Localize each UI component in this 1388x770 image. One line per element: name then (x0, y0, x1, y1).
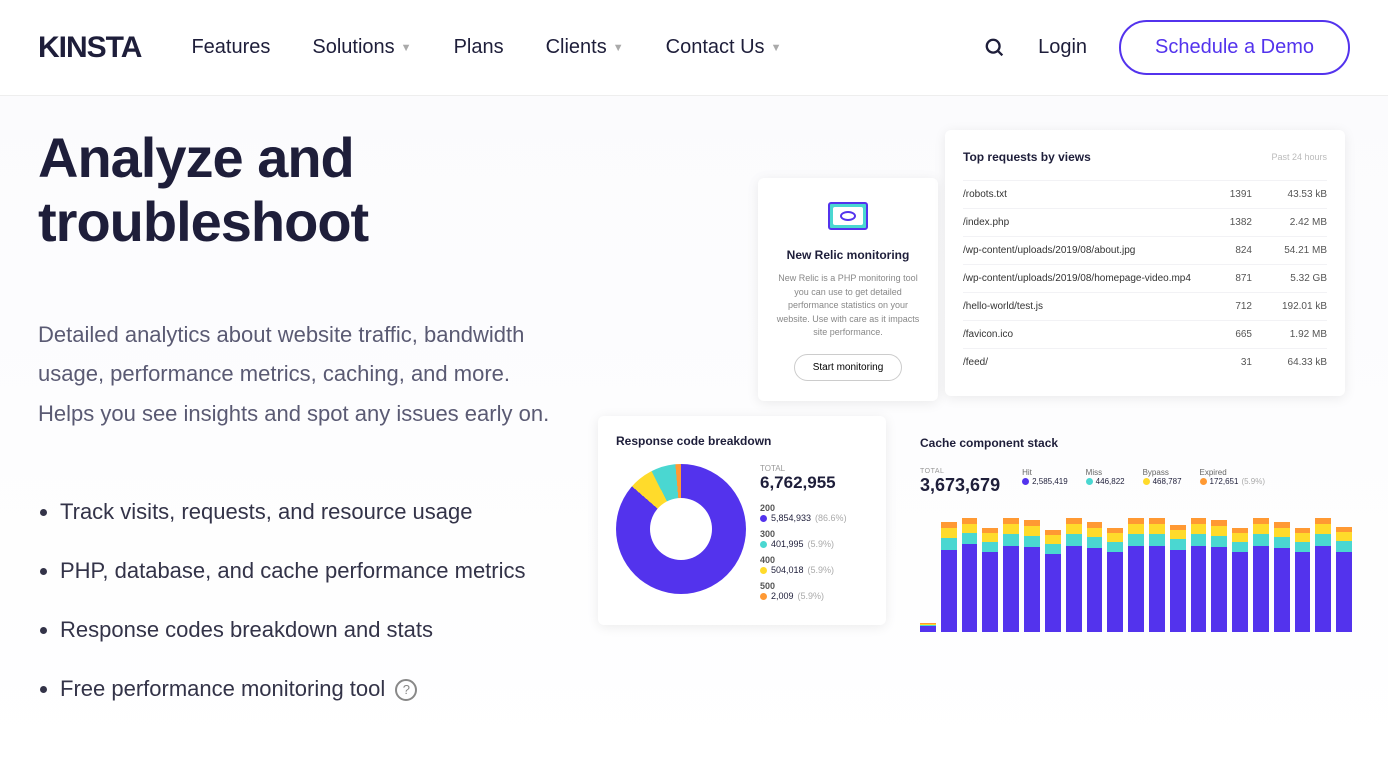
legend-item: 2005,854,933 (86.6%) (760, 503, 847, 523)
main-content: Analyze and troubleshoot Detailed analyt… (0, 96, 1388, 770)
period-label: Past 24 hours (1271, 152, 1327, 162)
list-item: PHP, database, and cache performance met… (60, 553, 568, 588)
total-label: TOTAL (760, 464, 847, 473)
legend-item: Hit2,585,419 (1022, 468, 1068, 486)
bar (1274, 522, 1290, 632)
table-row: /favicon.ico6651.92 MB (963, 320, 1327, 348)
chevron-down-icon: ▼ (401, 42, 412, 54)
legend-item: Bypass468,787 (1143, 468, 1182, 486)
card-title: New Relic monitoring (772, 248, 924, 262)
bar (1087, 522, 1103, 632)
stacked-bar-chart (920, 510, 1352, 632)
bar (941, 522, 957, 632)
help-icon[interactable]: ? (395, 679, 417, 701)
schedule-demo-button[interactable]: Schedule a Demo (1119, 20, 1350, 75)
legend-item: 300401,995 (5.9%) (760, 529, 847, 549)
bar (1066, 518, 1082, 632)
response-code-panel: Response code breakdown TOTAL 6,762,955 … (598, 416, 886, 625)
search-icon[interactable] (984, 37, 1006, 59)
bar (1170, 525, 1186, 632)
legend-item: 5002,009 (5.9%) (760, 581, 847, 601)
bar (1232, 528, 1248, 632)
header-right: Login Schedule a Demo (984, 20, 1350, 75)
list-item: Response codes breakdown and stats (60, 612, 568, 647)
legend-item: Miss446,822 (1086, 468, 1125, 486)
bar (1024, 520, 1040, 632)
table-row: /robots.txt139143.53 kB (963, 180, 1327, 208)
new-relic-card: New Relic monitoring New Relic is a PHP … (758, 178, 938, 401)
bar (982, 528, 998, 632)
legend-item: Expired172,651 (5.9%) (1200, 468, 1265, 486)
bar (1003, 518, 1019, 632)
bar (1045, 530, 1061, 632)
nav-features[interactable]: Features (191, 36, 270, 59)
bar (1315, 518, 1331, 632)
chevron-down-icon: ▼ (613, 42, 624, 54)
bar (1295, 528, 1311, 632)
bar (1128, 518, 1144, 632)
bar (1336, 527, 1352, 632)
nav-clients[interactable]: Clients▼ (546, 36, 624, 59)
bar (1107, 528, 1123, 632)
table-row: /index.php13822.42 MB (963, 208, 1327, 236)
panel-title: Cache component stack (920, 436, 1352, 450)
logo[interactable]: KINSTA (38, 31, 141, 65)
panel-title: Top requests by views (963, 150, 1091, 164)
bar (920, 623, 936, 632)
panel-title: Response code breakdown (616, 434, 868, 448)
eye-icon (828, 202, 868, 230)
bar (962, 518, 978, 632)
hero-text: Analyze and troubleshoot Detailed analyt… (38, 126, 568, 730)
donut-chart (616, 464, 746, 594)
bar (1253, 518, 1269, 632)
list-item: Track visits, requests, and resource usa… (60, 494, 568, 529)
list-item: Free performance monitoring tool ? (60, 671, 568, 706)
bar (1191, 518, 1207, 632)
total-value: 3,673,679 (920, 475, 1000, 496)
nav-contact[interactable]: Contact Us▼ (666, 36, 782, 59)
feature-list: Track visits, requests, and resource usa… (38, 494, 568, 707)
start-monitoring-button[interactable]: Start monitoring (794, 354, 903, 381)
total-label: TOTAL (920, 468, 1000, 475)
table-row: /feed/3164.33 kB (963, 348, 1327, 376)
login-link[interactable]: Login (1038, 36, 1087, 59)
cache-stack-panel: Cache component stack TOTAL 3,673,679 Hi… (906, 422, 1356, 638)
top-requests-panel: Top requests by views Past 24 hours /rob… (945, 130, 1345, 396)
table-row: /wp-content/uploads/2019/08/homepage-vid… (963, 264, 1327, 292)
nav-solutions[interactable]: Solutions▼ (312, 36, 411, 59)
chevron-down-icon: ▼ (771, 42, 782, 54)
legend-item: 400504,018 (5.9%) (760, 555, 847, 575)
page-title: Analyze and troubleshoot (38, 126, 568, 255)
dashboard-preview: New Relic monitoring New Relic is a PHP … (588, 126, 1350, 730)
bar (1211, 520, 1227, 632)
header-nav: KINSTA Features Solutions▼ Plans Clients… (0, 0, 1388, 96)
total-value: 6,762,955 (760, 473, 847, 493)
hero-description: Detailed analytics about website traffic… (38, 315, 568, 434)
bar (1149, 518, 1165, 632)
table-row: /hello-world/test.js712192.01 kB (963, 292, 1327, 320)
table-row: /wp-content/uploads/2019/08/about.jpg824… (963, 236, 1327, 264)
card-description: New Relic is a PHP monitoring tool you c… (772, 272, 924, 340)
nav-plans[interactable]: Plans (454, 36, 504, 59)
main-nav: Features Solutions▼ Plans Clients▼ Conta… (191, 36, 944, 59)
